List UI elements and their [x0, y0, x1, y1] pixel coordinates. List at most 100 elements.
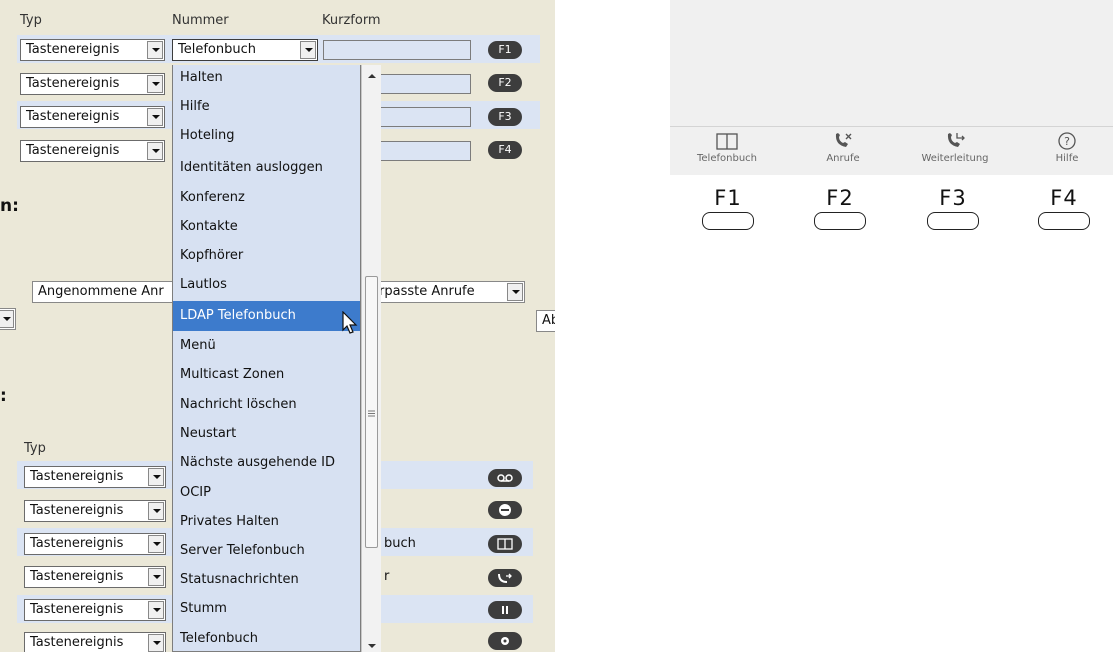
- function-key-button[interactable]: [1038, 212, 1090, 230]
- dropdown-scrollbar[interactable]: [361, 65, 381, 652]
- function-key-f1[interactable]: F1: [698, 186, 758, 230]
- type-select-value: Tastenereignis: [30, 536, 124, 551]
- dropdown-option[interactable]: Konferenz: [173, 185, 360, 214]
- col-header-typ: Typ: [24, 441, 46, 456]
- number-select[interactable]: Telefonbuch: [172, 39, 318, 61]
- function-key-label: F3: [939, 186, 967, 210]
- partial-select-right[interactable]: Ab: [536, 310, 555, 332]
- key-badge-f1: F1: [488, 41, 522, 59]
- dropdown-option[interactable]: Hilfe: [173, 94, 360, 123]
- kurzform-input[interactable]: [323, 40, 471, 60]
- dropdown-option[interactable]: Menü: [173, 333, 360, 362]
- type-select[interactable]: Tastenereignis: [24, 599, 166, 621]
- book-icon: [497, 538, 513, 550]
- type-select[interactable]: Tastenereignis: [24, 500, 166, 522]
- dropdown-option[interactable]: Kopfhörer: [173, 243, 360, 272]
- hold-key[interactable]: [488, 601, 522, 619]
- type-select[interactable]: Tastenereignis: [24, 466, 166, 488]
- softkey-hilfe[interactable]: ? Hilfe: [1012, 131, 1113, 164]
- dropdown-option[interactable]: Nächste ausgehende ID: [173, 450, 360, 479]
- scroll-up-icon[interactable]: [368, 73, 376, 79]
- dropdown-option[interactable]: Nachricht löschen: [173, 392, 360, 421]
- chevron-down-icon[interactable]: [148, 502, 164, 520]
- chevron-down-icon[interactable]: [507, 283, 523, 301]
- dropdown-option[interactable]: Privates Halten: [173, 509, 360, 538]
- function-key-f4[interactable]: F4: [1034, 186, 1094, 230]
- section-label: :: [0, 386, 7, 406]
- forward-icon: [947, 133, 965, 147]
- function-key-button[interactable]: [814, 212, 866, 230]
- forward-key[interactable]: [488, 569, 522, 587]
- chevron-down-icon[interactable]: [147, 142, 163, 160]
- type-select[interactable]: Tastenereignis: [20, 140, 165, 162]
- softkey-label: Weiterleitung: [921, 153, 989, 164]
- softkey-weiterleitung[interactable]: Weiterleitung: [900, 131, 1010, 164]
- chevron-down-icon[interactable]: [147, 75, 163, 93]
- book-icon: [716, 133, 738, 150]
- key-badge-f4: F4: [488, 141, 522, 159]
- chevron-down-icon[interactable]: [148, 634, 164, 652]
- chevron-down-icon[interactable]: [147, 41, 163, 59]
- chevron-down-icon[interactable]: [147, 108, 163, 126]
- type-select-value: Tastenereignis: [26, 42, 120, 57]
- dropdown-option[interactable]: Identitäten ausloggen: [173, 155, 360, 184]
- chevron-down-icon[interactable]: [0, 310, 14, 328]
- dropdown-option[interactable]: Telefonbuch: [173, 626, 360, 651]
- dropdown-option[interactable]: Halten: [173, 65, 360, 94]
- chevron-down-icon[interactable]: [148, 601, 164, 619]
- missed-calls-select[interactable]: rpasste Anrufe: [378, 281, 525, 303]
- function-key-f3[interactable]: F3: [923, 186, 983, 230]
- key-badge-f3: F3: [488, 108, 522, 126]
- chevron-down-icon[interactable]: [148, 468, 164, 486]
- chevron-down-icon[interactable]: [300, 41, 316, 59]
- dropdown-option[interactable]: Neustart: [173, 421, 360, 450]
- phonebook-key[interactable]: [488, 535, 522, 553]
- col-header-kurzform: Kurzform: [322, 13, 381, 28]
- dropdown-option[interactable]: Kontakte: [173, 214, 360, 243]
- dnd-key[interactable]: [488, 501, 522, 519]
- function-key-label: F1: [714, 186, 742, 210]
- gear-icon: [501, 637, 509, 645]
- type-select[interactable]: Tastenereignis: [24, 632, 166, 652]
- type-select-value: Tastenereignis: [26, 143, 120, 158]
- number-dropdown-list[interactable]: Halten Hilfe Hoteling Identitäten auslog…: [172, 65, 361, 652]
- kurzform-input[interactable]: [380, 107, 471, 127]
- partial-select[interactable]: [0, 308, 16, 330]
- scrollbar-thumb[interactable]: [365, 276, 378, 548]
- function-key-button[interactable]: [927, 212, 979, 230]
- softkey-anrufe[interactable]: Anrufe: [788, 131, 898, 164]
- number-select-value: Telefonbuch: [178, 42, 256, 57]
- scroll-down-icon[interactable]: [368, 643, 376, 649]
- dropdown-option[interactable]: Statusnachrichten: [173, 567, 360, 596]
- dropdown-option[interactable]: Multicast Zonen: [173, 362, 360, 391]
- type-select[interactable]: Tastenereignis: [24, 566, 166, 588]
- voicemail-key[interactable]: [488, 469, 522, 487]
- dropdown-option[interactable]: Stumm: [173, 596, 360, 625]
- voicemail-icon: [497, 474, 513, 482]
- chevron-down-icon[interactable]: [148, 535, 164, 553]
- settings-key[interactable]: [488, 632, 522, 650]
- type-select[interactable]: Tastenereignis: [20, 73, 165, 95]
- type-select[interactable]: Tastenereignis: [24, 533, 166, 555]
- call-list-select[interactable]: Angenommene Anr: [32, 281, 174, 303]
- function-key-button[interactable]: [702, 212, 754, 230]
- softkey-telefonbuch[interactable]: Telefonbuch: [672, 131, 782, 164]
- dropdown-option-highlighted[interactable]: LDAP Telefonbuch: [173, 301, 360, 331]
- dropdown-option[interactable]: Lautlos: [173, 272, 360, 301]
- function-key-f2[interactable]: F2: [810, 186, 870, 230]
- section-label: n:: [0, 196, 19, 216]
- dropdown-option[interactable]: Server Telefonbuch: [173, 538, 360, 567]
- dropdown-option[interactable]: Hoteling: [173, 123, 360, 152]
- kurzform-input[interactable]: [380, 74, 471, 94]
- type-select[interactable]: Tastenereignis: [20, 106, 165, 128]
- mouse-cursor-icon: [342, 311, 358, 334]
- type-select-value: Tastenereignis: [30, 569, 124, 584]
- kurzform-input[interactable]: [380, 141, 471, 161]
- dropdown-option[interactable]: OCIP: [173, 480, 360, 509]
- function-key-label: F2: [826, 186, 854, 210]
- partial-select-right-value: Ab: [542, 313, 555, 328]
- chevron-down-icon[interactable]: [148, 568, 164, 586]
- key-badge-f2: F2: [488, 74, 522, 92]
- type-select-value: Tastenereignis: [30, 503, 124, 518]
- type-select[interactable]: Tastenereignis: [20, 39, 165, 61]
